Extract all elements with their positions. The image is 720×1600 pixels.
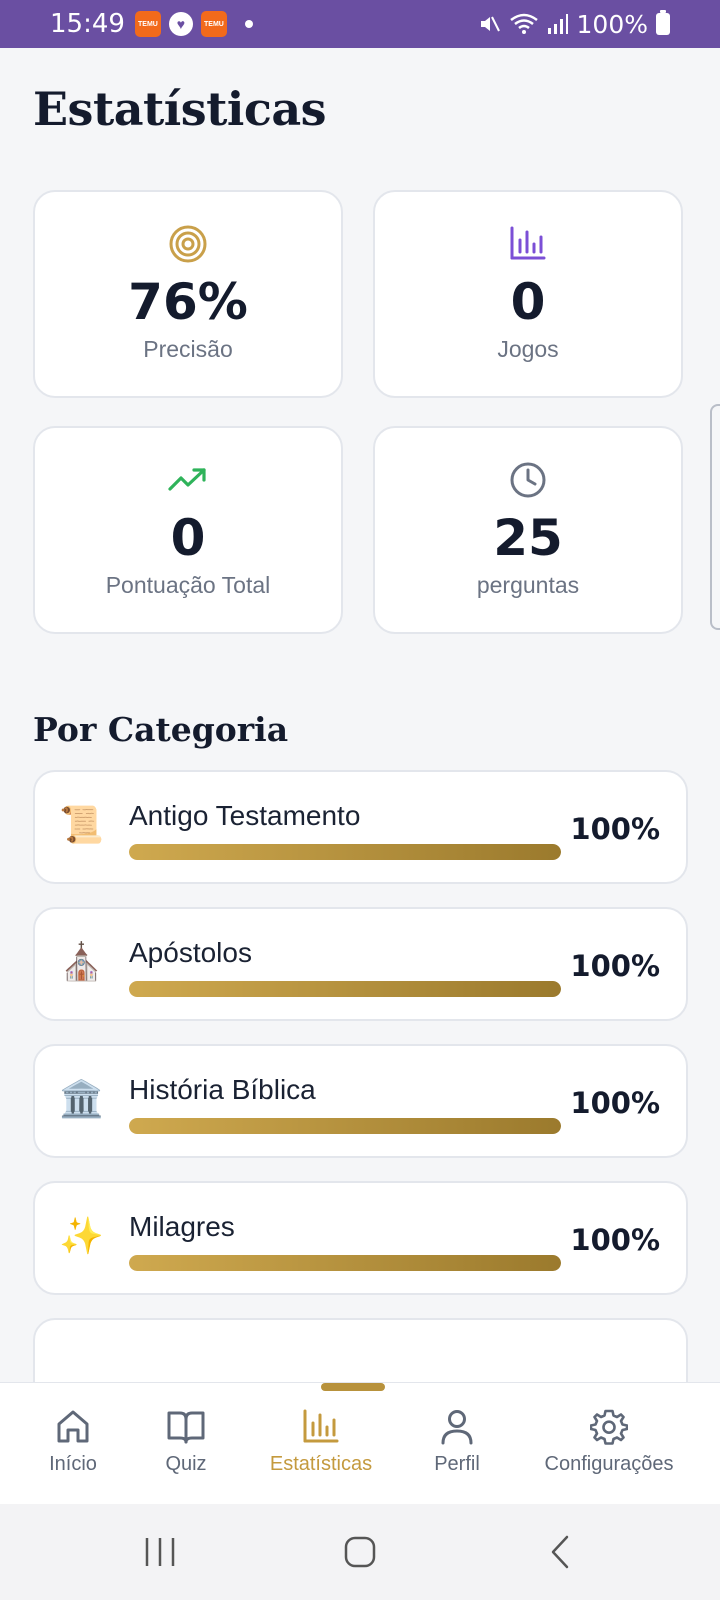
progress-track [129,981,561,997]
recents-icon[interactable] [140,1532,180,1572]
nav-label: Início [49,1453,97,1475]
category-name: História Bíblica [129,1074,316,1105]
stat-label: Jogos [497,336,559,362]
notification-dot-icon [244,20,253,28]
category-percent: 100% [570,949,660,983]
progress-track [129,1255,561,1271]
classical-building-icon: 🏛️ [59,1079,104,1120]
wifi-icon [509,13,538,34]
target-icon [168,224,208,264]
nav-item-home[interactable]: Início [32,1383,114,1505]
battery-text: 100% [576,9,648,39]
section-title: Por Categoria [33,710,289,749]
status-time: 15:49 [50,9,125,39]
battery-icon [656,10,670,35]
nav-item-quiz[interactable]: Quiz [150,1383,222,1505]
scroll-indicator [321,1383,385,1391]
category-percent: 100% [570,812,660,846]
nav-label: Estatísticas [269,1453,373,1475]
stat-card-accuracy: 76% Precisão [33,190,343,398]
stat-label: Precisão [143,336,233,362]
church-icon: ⛪ [59,942,104,983]
stat-value: 0 [510,273,546,331]
stat-card-questions: 25 perguntas [373,426,683,634]
progress-fill [129,844,561,860]
status-bar: 15:49 TEMU ♥ TEMU 100% [0,0,720,48]
category-name: Antigo Testamento [129,800,361,831]
trending-up-icon [168,460,208,500]
progress-track [129,1118,561,1134]
home-circle-icon[interactable] [340,1532,380,1572]
nav-item-profile[interactable]: Perfil [418,1383,496,1505]
category-percent: 100% [570,1223,660,1257]
stat-label: Pontuação Total [105,572,271,598]
category-card[interactable]: 📜 Antigo Testamento 100% [33,770,688,884]
mute-icon [480,16,500,32]
temu-icon: TEMU [134,11,161,37]
edge-panel-handle[interactable] [710,404,720,630]
bar-chart-icon [302,1407,340,1447]
clock-icon [508,460,548,500]
stat-label: perguntas [476,572,580,598]
category-percent: 100% [570,1086,660,1120]
sparkles-icon: ✨ [59,1216,104,1257]
progress-fill [129,1118,561,1134]
user-icon [439,1407,475,1447]
nav-label: Perfil [434,1453,480,1475]
page-title: Estatísticas [33,82,327,136]
nav-label: Quiz [165,1453,207,1475]
signal-icon [547,14,568,34]
stat-value: 76% [128,273,248,331]
progress-fill [129,981,561,997]
category-card[interactable]: 🏛️ História Bíblica 100% [33,1044,688,1158]
progress-track [129,844,561,860]
system-nav-bar [0,1504,720,1600]
stat-card-games: 0 Jogos [373,190,683,398]
progress-fill [129,1255,561,1271]
temu-icon: TEMU [200,11,227,37]
stat-value: 25 [493,509,563,567]
bar-chart-icon [509,224,547,264]
back-icon[interactable] [545,1532,575,1572]
category-name: Milagres [129,1211,235,1242]
heart-app-icon: ♥ [168,12,193,36]
stat-card-total-score: 0 Pontuação Total [33,426,343,634]
nav-item-statistics[interactable]: Estatísticas [258,1383,384,1505]
stat-value: 0 [170,509,206,567]
category-card[interactable]: ⛪ Apóstolos 100% [33,907,688,1021]
scroll-icon: 📜 [59,805,104,846]
category-card[interactable]: ✨ Milagres 100% [33,1181,688,1295]
home-icon [54,1407,92,1447]
gear-icon [590,1407,628,1447]
nav-label: Configurações [544,1453,674,1475]
book-icon [166,1407,206,1447]
nav-item-settings[interactable]: Configurações [536,1383,682,1505]
bottom-nav: Início Quiz Estatísticas Perfil Configur… [0,1382,720,1504]
category-name: Apóstolos [129,937,252,968]
